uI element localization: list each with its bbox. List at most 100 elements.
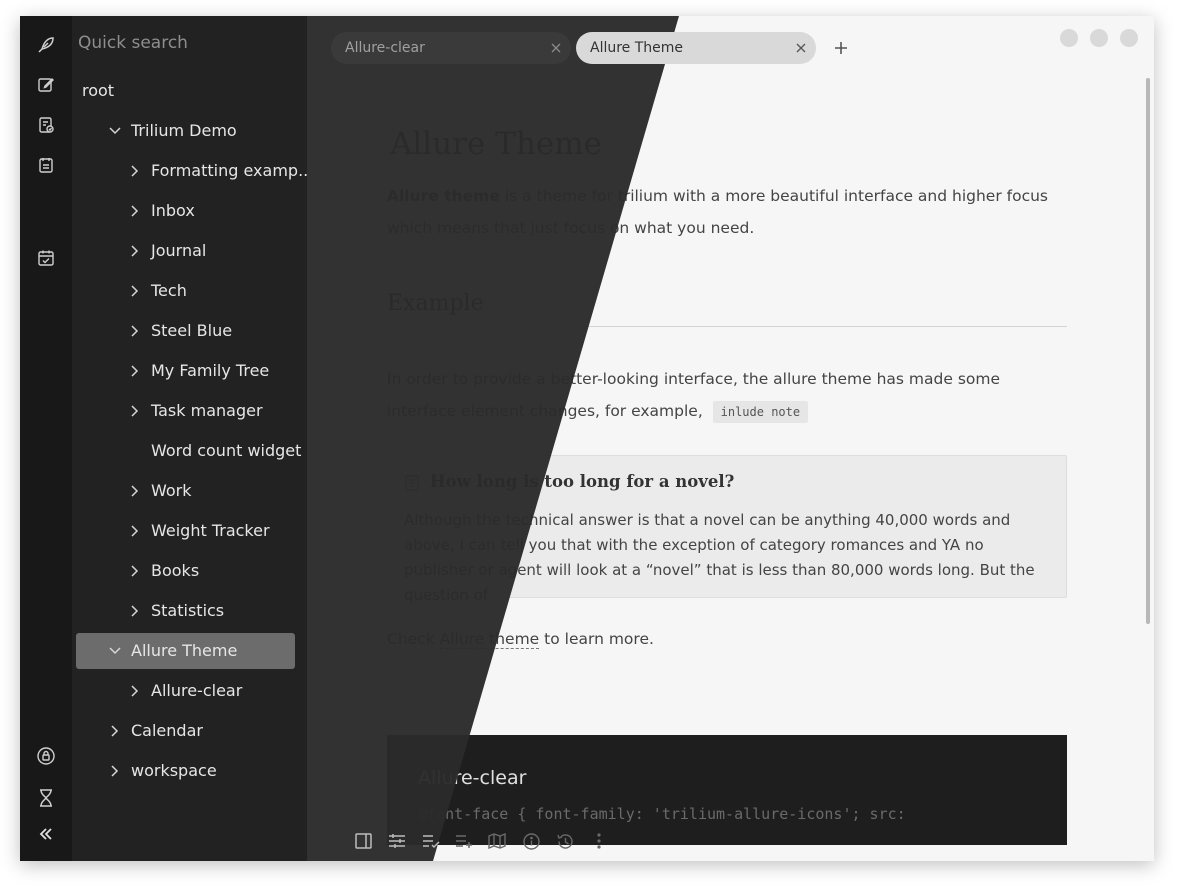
- tree-item-label: Word count widget: [151, 441, 302, 460]
- tab-label: Allure Theme: [590, 40, 684, 56]
- tree-item-label: Books: [151, 561, 200, 580]
- intro-paragraph: Allure theme is a theme for trilium with…: [387, 180, 1067, 244]
- tree-item-label: Journal: [151, 241, 207, 260]
- insert-icon[interactable]: [454, 831, 474, 851]
- intro-bold: Allure theme: [387, 187, 500, 205]
- tree-item-trilium-demo[interactable]: Trilium Demo: [72, 113, 302, 149]
- allure-theme-link[interactable]: Allure theme: [439, 630, 540, 649]
- tree-item-allure-theme[interactable]: Allure Theme: [76, 633, 295, 669]
- hourglass-icon[interactable]: [34, 786, 58, 810]
- chevron-right-icon[interactable]: [127, 673, 143, 709]
- tree-item-word-count-widget[interactable]: Word count widget: [72, 433, 302, 469]
- example-text: In order to provide a better-looking int…: [387, 370, 1001, 420]
- close-window-button[interactable]: [1120, 29, 1138, 47]
- section-heading: Example: [387, 291, 1067, 327]
- tree-item-books[interactable]: Books: [72, 553, 302, 589]
- app-window: Quick search root Trilium Demo Formatting …: [20, 16, 1154, 861]
- tree-item-label: Trilium Demo: [131, 121, 237, 140]
- chevron-right-icon[interactable]: [127, 393, 143, 429]
- note-bottom-toolbar: [307, 821, 1154, 861]
- tree-item-statistics[interactable]: Statistics: [72, 593, 302, 629]
- tree-item-label: My Family Tree: [151, 361, 270, 380]
- note-title[interactable]: Allure Theme: [390, 126, 602, 162]
- check-prefix: Check: [387, 630, 440, 648]
- tab-allure-theme[interactable]: Allure Theme: [576, 32, 816, 64]
- tree-item-journal[interactable]: Journal: [72, 233, 302, 269]
- chevron-right-icon[interactable]: [127, 313, 143, 349]
- tree-item-label: Allure-clear: [151, 681, 243, 700]
- collapse-sidebar-icon[interactable]: [34, 822, 58, 846]
- note-tree-sidebar: Quick search root Trilium Demo Formatting …: [72, 16, 313, 861]
- included-note-title: How long is too long for a novel?: [430, 472, 735, 491]
- tree-item-allure-clear[interactable]: Allure-clear: [72, 673, 302, 709]
- tree-item-calendar[interactable]: Calendar: [72, 713, 302, 749]
- tree-item-label: Steel Blue: [151, 321, 233, 340]
- chevron-right-icon[interactable]: [107, 713, 123, 749]
- tree-item-label: Statistics: [151, 601, 225, 620]
- note-icon: [405, 475, 419, 496]
- tab-allure-clear[interactable]: Allure-clear: [331, 32, 571, 64]
- tree-item-label: Task manager: [151, 401, 263, 420]
- tree-item-label: Calendar: [131, 721, 203, 740]
- toggle-right-pane-icon[interactable]: [353, 831, 373, 851]
- chevron-right-icon[interactable]: [127, 513, 143, 549]
- tree-item-label: Formatting examp...: [151, 161, 314, 180]
- chevron-right-icon[interactable]: [127, 473, 143, 509]
- chevron-right-icon[interactable]: [127, 193, 143, 229]
- checklist-icon[interactable]: [421, 831, 441, 851]
- chevron-down-icon[interactable]: [107, 113, 123, 149]
- included-note[interactable]: How long is too long for a novel? Althou…: [387, 455, 1067, 604]
- close-icon[interactable]: [549, 32, 563, 64]
- tree-item-label: Tech: [151, 281, 187, 300]
- check-paragraph: Check Allure theme to learn more.: [387, 623, 1067, 655]
- tree-item-label: root: [82, 81, 115, 100]
- info-icon[interactable]: [521, 831, 541, 851]
- tree-item-label: workspace: [131, 761, 217, 780]
- minimize-button[interactable]: [1060, 29, 1078, 47]
- tree-item-my-family-tree[interactable]: My Family Tree: [72, 353, 302, 389]
- chevron-right-icon[interactable]: [127, 593, 143, 629]
- tree-item-label: Weight Tracker: [151, 521, 270, 540]
- protected-session-icon[interactable]: [34, 744, 58, 768]
- chevron-right-icon[interactable]: [127, 553, 143, 589]
- note-map-icon[interactable]: [34, 113, 58, 137]
- tree-item-steel-blue[interactable]: Steel Blue: [72, 313, 302, 349]
- chevron-right-icon[interactable]: [127, 273, 143, 309]
- scrollbar[interactable]: [1146, 78, 1150, 624]
- tree-item-label: Inbox: [151, 201, 195, 220]
- tree-item-workspace[interactable]: workspace: [72, 753, 302, 789]
- chevron-down-icon[interactable]: [107, 633, 123, 669]
- new-note-icon[interactable]: [34, 33, 58, 57]
- launcher-bar: [20, 16, 72, 861]
- chevron-right-icon[interactable]: [127, 233, 143, 269]
- tree-item-label: Allure Theme: [131, 641, 238, 660]
- tree-item-label: Work: [151, 481, 192, 500]
- more-icon[interactable]: [589, 831, 609, 851]
- calendar-icon[interactable]: [34, 246, 58, 270]
- tree-item-task-manager[interactable]: Task manager: [72, 393, 302, 429]
- tree-item-tech[interactable]: Tech: [72, 273, 302, 309]
- chevron-right-icon[interactable]: [127, 153, 143, 189]
- tab-label: Allure-clear: [345, 40, 425, 56]
- tree-item-work[interactable]: Work: [72, 473, 302, 509]
- recent-changes-icon[interactable]: [34, 153, 58, 177]
- tree-item-weight-tracker[interactable]: Weight Tracker: [72, 513, 302, 549]
- chevron-right-icon[interactable]: [127, 353, 143, 389]
- chevron-right-icon[interactable]: [107, 753, 123, 789]
- new-tab-button[interactable]: [829, 36, 853, 60]
- included-note-body: Although the technical answer is that a …: [404, 511, 1035, 604]
- book-map-icon[interactable]: [487, 831, 507, 851]
- tree-item-inbox[interactable]: Inbox: [72, 193, 302, 229]
- tree-item-formatting-examp[interactable]: Formatting examp...: [72, 153, 313, 189]
- maximize-button[interactable]: [1090, 29, 1108, 47]
- history-icon[interactable]: [555, 831, 575, 851]
- edit-note-icon[interactable]: [34, 73, 58, 97]
- inline-code: inlude note: [712, 401, 809, 423]
- example-paragraph: In order to provide a better-looking int…: [387, 363, 1067, 428]
- close-icon[interactable]: [794, 32, 808, 64]
- note-properties-icon[interactable]: [387, 831, 407, 851]
- code-block-title: Allure-clear: [418, 767, 527, 789]
- check-suffix: to learn more.: [539, 630, 654, 648]
- quick-search-input[interactable]: Quick search: [78, 28, 278, 58]
- tree-item-root[interactable]: root: [72, 73, 302, 109]
